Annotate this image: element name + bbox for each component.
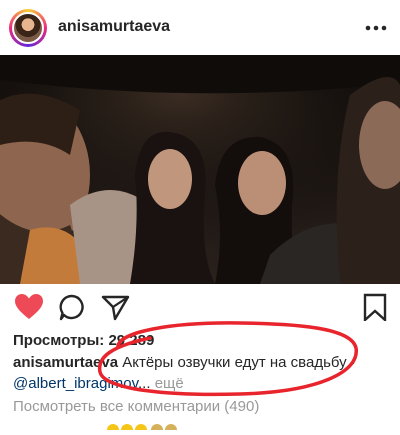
- post-caption-line2: @albert_ibragimov... ещё: [13, 375, 184, 392]
- caption-username[interactable]: anisamurtaeva: [13, 354, 118, 371]
- post-username[interactable]: anisamurtaeva: [58, 18, 170, 36]
- views-label: Просмотры:: [13, 332, 105, 349]
- emoji-strip: [105, 417, 205, 435]
- mention-link[interactable]: @albert_ibragimov: [13, 375, 138, 392]
- post-video[interactable]: [0, 55, 400, 284]
- post-header: anisamurtaeva: [0, 0, 400, 56]
- comment-icon[interactable]: [58, 293, 88, 321]
- video-frame: [0, 55, 400, 284]
- caption-text: Актёры озвучки едут на свадьбу ·: [122, 354, 356, 371]
- bookmark-icon[interactable]: [360, 293, 390, 321]
- view-all-comments-link[interactable]: Посмотреть все комментарии (490): [13, 398, 259, 415]
- paper-plane-icon[interactable]: [101, 293, 131, 321]
- more-options-icon[interactable]: [362, 18, 390, 38]
- action-bar: [0, 285, 400, 329]
- post-caption: anisamurtaeva Актёры озвучки едут на сва…: [13, 354, 356, 371]
- more-link[interactable]: ещё: [155, 375, 184, 392]
- views-count: Просмотры: 29 289: [13, 332, 154, 349]
- avatar-ring[interactable]: [9, 9, 47, 47]
- avatar[interactable]: [12, 12, 44, 44]
- heart-icon[interactable]: [14, 293, 44, 321]
- views-number: 29 289: [108, 332, 155, 349]
- mention-ellipsis: ...: [138, 375, 151, 392]
